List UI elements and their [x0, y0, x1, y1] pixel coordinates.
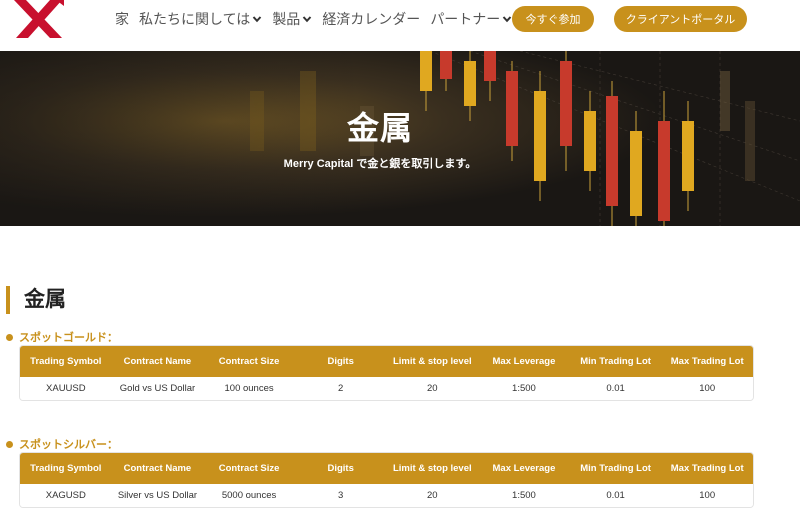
column-header: Trading Symbol [20, 453, 112, 484]
column-header: Digits [294, 453, 387, 484]
column-header: Trading Symbol [20, 346, 112, 377]
bullet-icon [6, 333, 13, 341]
table-row: XAGUSD Silver vs US Dollar 5000 ounces 3… [20, 484, 753, 507]
column-header: Contract Size [203, 346, 295, 377]
site-header: 家 私たちに関しては 製品 経済カレンダー パートナー 今すぐ参加 クライアント… [0, 0, 800, 50]
logo-icon[interactable] [12, 0, 64, 38]
column-header: Max Leverage [478, 346, 570, 377]
nav-item-label: 製品 [272, 11, 301, 27]
table-header-row: Trading Symbol Contract Name Contract Si… [20, 453, 753, 484]
table-cell: XAUUSD [20, 377, 112, 400]
column-header: Limit & stop level [386, 346, 479, 377]
nav-item-about[interactable]: 私たちに関しては [139, 9, 262, 29]
spot-silver-heading: スポットシルバー： [6, 436, 118, 452]
spot-gold-table: Trading Symbol Contract Name Contract Si… [19, 345, 754, 401]
nav-item-label: パートナー [430, 11, 501, 27]
column-header: Contract Size [203, 453, 295, 484]
table-cell: 100 [661, 377, 753, 400]
table-cell: 1:500 [478, 377, 570, 400]
main-nav: 家 私たちに関しては 製品 経済カレンダー パートナー [115, 10, 522, 28]
nav-item-partners[interactable]: パートナー [430, 9, 512, 29]
join-now-button[interactable]: 今すぐ参加 [512, 6, 594, 32]
table-cell: 100 [661, 484, 753, 507]
table-cell: 3 [294, 484, 387, 507]
hero-banner: 金属 Merry Capital で金と銀を取引します。 [0, 51, 800, 226]
chevron-down-icon [503, 16, 512, 23]
table-cell: XAGUSD [20, 484, 112, 507]
column-header: Max Trading Lot [661, 453, 753, 484]
nav-item-products[interactable]: 製品 [272, 9, 312, 29]
column-header: Contract Name [111, 453, 204, 484]
column-header: Digits [294, 346, 387, 377]
table-cell: 20 [386, 484, 479, 507]
chevron-down-icon [253, 16, 262, 23]
nav-item-label: 経済カレンダー [322, 11, 421, 27]
bullet-icon [6, 440, 13, 448]
column-header: Min Trading Lot [569, 453, 662, 484]
table-cell: 2 [294, 377, 387, 400]
column-header: Limit & stop level [386, 453, 479, 484]
chevron-down-icon [303, 16, 312, 23]
column-header: Max Leverage [478, 453, 570, 484]
table-row: XAUUSD Gold vs US Dollar 100 ounces 2 20… [20, 377, 753, 400]
nav-item-label: 家 [115, 11, 129, 27]
hero-subtitle: Merry Capital で金と銀を取引します。 [283, 158, 477, 170]
table-cell: 0.01 [569, 484, 662, 507]
spot-gold-heading: スポットゴールド： [6, 329, 118, 345]
spot-gold-label: スポットゴールド： [19, 332, 118, 344]
table-cell: 5000 ounces [203, 484, 295, 507]
table-header-row: Trading Symbol Contract Name Contract Si… [20, 346, 753, 377]
table-cell: 1:500 [478, 484, 570, 507]
nav-item-label: 私たちに関しては [139, 11, 251, 27]
section-title: 金属 [6, 286, 66, 314]
nav-item-calendar[interactable]: 経済カレンダー [322, 9, 420, 29]
client-portal-button[interactable]: クライアントポータル [614, 6, 747, 32]
table-cell: 100 ounces [203, 377, 295, 400]
column-header: Contract Name [111, 346, 204, 377]
table-cell: Silver vs US Dollar [111, 484, 204, 507]
spot-silver-table: Trading Symbol Contract Name Contract Si… [19, 452, 754, 508]
table-cell: Gold vs US Dollar [111, 377, 204, 400]
table-cell: 20 [386, 377, 479, 400]
nav-item-home[interactable]: 家 [115, 9, 129, 29]
hero-title: 金属 [346, 110, 413, 146]
table-cell: 0.01 [569, 377, 662, 400]
column-header: Min Trading Lot [569, 346, 662, 377]
spot-silver-label: スポットシルバー： [19, 439, 118, 451]
column-header: Max Trading Lot [661, 346, 753, 377]
